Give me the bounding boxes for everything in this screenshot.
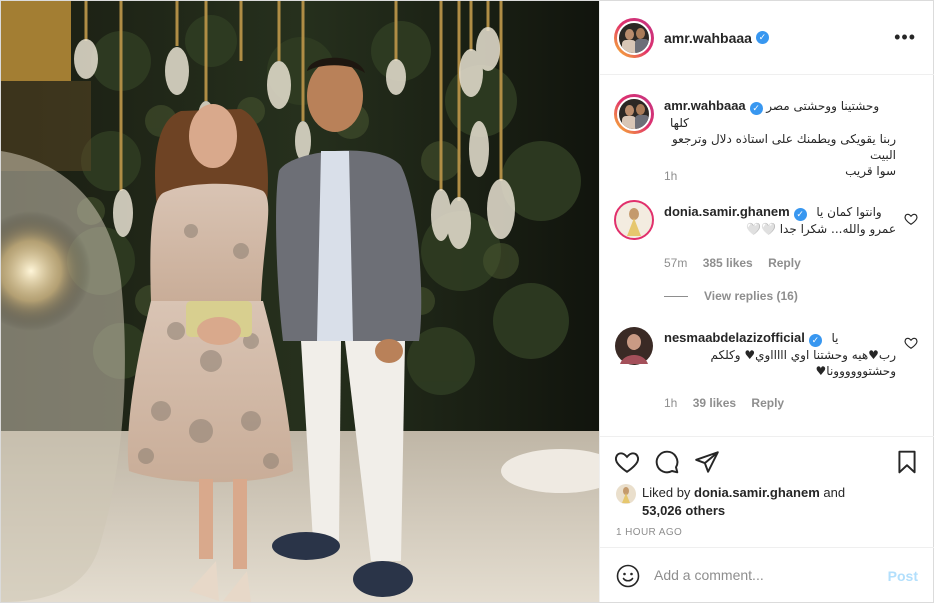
comment-meta: 57m 385 likes Reply xyxy=(664,256,813,270)
share-icon[interactable] xyxy=(694,449,720,475)
reply-button[interactable]: Reply xyxy=(768,256,801,270)
more-options-icon[interactable]: ••• xyxy=(894,27,916,47)
author-avatar[interactable] xyxy=(614,17,654,58)
like-comment-heart-icon[interactable] xyxy=(904,212,918,226)
comment-icon[interactable] xyxy=(654,449,680,475)
caption-line-2: ربنا يقويكى ويطمنك على استاذه دلال وترجع… xyxy=(671,132,896,162)
comment-input[interactable] xyxy=(654,567,874,583)
comment-likes[interactable]: 385 likes xyxy=(703,256,753,270)
comment-line-1: يا xyxy=(831,331,839,345)
comment-text: nesmaabdelazizofficial ✓ يا رب♥هيه وحشتنا… xyxy=(664,330,896,379)
replies-divider xyxy=(664,295,688,297)
comment-line-2: عمرو والله... شكرا جدا 🤍🤍 xyxy=(746,222,896,236)
heart-icon[interactable] xyxy=(614,449,640,475)
comment-time[interactable]: 57m xyxy=(664,256,687,270)
likes-text: Liked by donia.samir.ghanem and 53,026 o… xyxy=(642,484,916,520)
add-comment-bar: Post xyxy=(600,547,934,602)
verified-badge-icon: ✓ xyxy=(808,334,822,347)
photo-illustration xyxy=(1,1,599,602)
likes-summary: Liked by donia.samir.ghanem and 53,026 o… xyxy=(616,484,916,520)
post-header: amr.wahbaaa ✓ ••• xyxy=(600,1,934,75)
likes-others[interactable]: 53,026 others xyxy=(642,503,725,518)
verified-badge-icon: ✓ xyxy=(749,102,763,115)
comment-time[interactable]: 1h xyxy=(664,396,677,410)
reply-button[interactable]: Reply xyxy=(751,396,784,410)
comment-likes[interactable]: 39 likes xyxy=(693,396,736,410)
bookmark-icon[interactable] xyxy=(894,449,920,475)
verified-badge-icon: ✓ xyxy=(793,208,807,221)
likes-prefix: Liked by xyxy=(642,485,691,500)
liker-avatar[interactable] xyxy=(616,484,636,504)
post-photo[interactable] xyxy=(1,1,599,602)
comment-line-3: وحشتوووووونا♥ xyxy=(815,364,896,378)
verified-badge-icon: ✓ xyxy=(755,31,769,44)
post-window: amr.wahbaaa ✓ ••• amr.wahbaaa ✓ وحشتينا و… xyxy=(0,0,934,603)
post-side-panel: amr.wahbaaa ✓ ••• amr.wahbaaa ✓ وحشتينا و… xyxy=(599,1,934,602)
comment-line-1: وانتوا كمان يا xyxy=(816,205,882,219)
emoji-icon[interactable] xyxy=(616,564,640,588)
comment-line-2: رب♥هيه وحشتنا اوي اااااوي♥ وكلكم xyxy=(710,348,896,362)
comments-list: amr.wahbaaa ✓ وحشتينا ووحشتى مصر كلها ربن… xyxy=(600,76,934,436)
caption-time[interactable]: 1h xyxy=(664,169,677,183)
comment-username[interactable]: donia.samir.ghanem xyxy=(664,204,790,219)
like-comment-heart-icon[interactable] xyxy=(904,336,918,350)
caption-username[interactable]: amr.wahbaaa xyxy=(664,98,746,113)
comment-avatar[interactable] xyxy=(614,200,654,240)
caption-line-3: سوا قريب xyxy=(845,164,896,178)
liker-username[interactable]: donia.samir.ghanem xyxy=(694,485,820,500)
view-replies-button[interactable]: View replies (16) xyxy=(664,289,798,303)
caption-meta: 1h xyxy=(664,169,689,183)
likes-and: and xyxy=(823,485,846,500)
view-replies-label: View replies (16) xyxy=(704,289,798,303)
comment-text: donia.samir.ghanem ✓ وانتوا كمان يا عمرو … xyxy=(664,204,896,237)
author-username[interactable]: amr.wahbaaa xyxy=(664,30,752,46)
post-button[interactable]: Post xyxy=(888,568,918,584)
caption-text: amr.wahbaaa ✓ وحشتينا ووحشتى مصر كلها ربن… xyxy=(664,98,896,179)
comment-avatar[interactable] xyxy=(614,326,654,366)
post-timestamp[interactable]: 1 HOUR AGO xyxy=(616,527,682,538)
comment-meta: 1h 39 likes Reply xyxy=(664,396,796,410)
action-bar xyxy=(600,436,934,487)
comment-username[interactable]: nesmaabdelazizofficial xyxy=(664,330,805,345)
caption-avatar[interactable] xyxy=(614,94,654,134)
